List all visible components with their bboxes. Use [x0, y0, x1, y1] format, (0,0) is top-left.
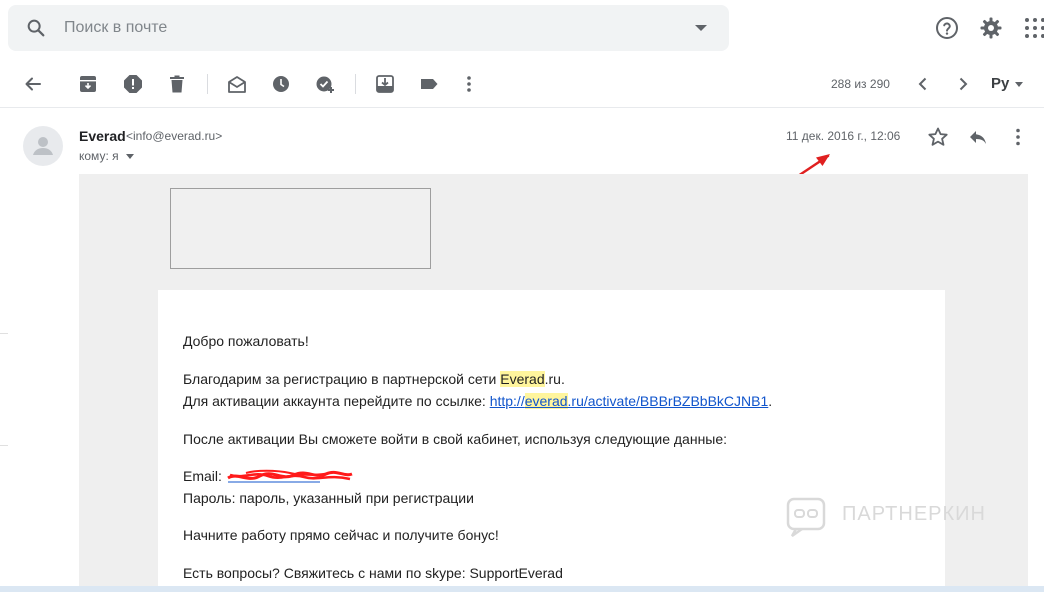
person-icon	[33, 137, 53, 155]
mark-unread-icon[interactable]	[227, 74, 247, 94]
chevron-left-icon[interactable]	[913, 74, 933, 94]
email-line: Email:	[183, 468, 354, 485]
more-vert-icon[interactable]	[459, 74, 479, 94]
recipient-line: кому: я	[79, 149, 119, 163]
report-spam-icon[interactable]	[123, 74, 143, 94]
password-line: Пароль: пароль, указанный при регистраци…	[183, 490, 474, 506]
chevron-right-icon[interactable]	[953, 74, 973, 94]
message-date: 11 дек. 2016 г., 12:06	[786, 129, 901, 143]
watermark-text: ПАРТНЕРКИН	[842, 503, 986, 525]
message-toolbar: 288 из 290 Ру	[0, 60, 1044, 108]
highlighted-brand: Everad	[500, 371, 545, 387]
divider	[0, 333, 8, 334]
trash-icon[interactable]	[167, 74, 187, 94]
add-task-icon[interactable]	[315, 74, 335, 94]
avatar	[23, 126, 63, 166]
move-to-icon[interactable]	[375, 74, 395, 94]
arrow-back-icon[interactable]	[23, 74, 43, 94]
activation-link[interactable]: http://everad.ru/activate/BBBrBZBbBkCJNB…	[490, 393, 768, 409]
bottom-strip	[0, 586, 1044, 592]
archive-icon[interactable]	[78, 74, 98, 94]
watermark-logo-icon	[786, 497, 826, 537]
apps-grid-icon[interactable]	[1023, 16, 1044, 40]
clock-icon[interactable]	[271, 74, 291, 94]
questions-text: Есть вопросы? Свяжитесь с нами по skype:…	[183, 565, 563, 581]
start-work-text: Начните работу прямо сейчас и получите б…	[183, 527, 499, 543]
activation-line: Для активации аккаунта перейдите по ссыл…	[183, 393, 773, 409]
sender-name[interactable]: Everad	[79, 128, 126, 144]
search-input[interactable]: Поиск в почте	[64, 19, 167, 37]
chevron-down-icon[interactable]	[126, 154, 134, 159]
input-language-button[interactable]: Ру	[991, 75, 1009, 92]
after-activation-text: После активации Вы сможете войти в свой …	[183, 431, 728, 447]
search-icon[interactable]	[25, 17, 47, 39]
divider	[0, 445, 8, 446]
gear-icon[interactable]	[979, 16, 1003, 40]
sender-email: <info@everad.ru>	[126, 129, 223, 143]
help-icon[interactable]	[935, 16, 959, 40]
chevron-down-icon[interactable]	[1015, 82, 1023, 87]
message-body: Добро пожаловать! Благодарим за регистра…	[158, 290, 945, 592]
message-counter: 288 из 290	[831, 77, 890, 91]
more-vert-icon[interactable]	[1007, 126, 1029, 148]
label-icon[interactable]	[419, 74, 439, 94]
star-icon[interactable]	[927, 126, 949, 148]
search-options-caret-icon[interactable]	[695, 25, 707, 31]
top-bar: Поиск в почте	[0, 0, 1044, 60]
thanks-line: Благодарим за регистрацию в партнерской …	[183, 371, 565, 387]
redacted-email-scribble	[227, 470, 353, 483]
logo-image-placeholder	[170, 188, 431, 269]
toolbar-divider	[207, 74, 208, 94]
search-box[interactable]: Поиск в почте	[8, 5, 729, 51]
toolbar-divider	[355, 74, 356, 94]
greeting-text: Добро пожаловать!	[183, 333, 309, 349]
reply-icon[interactable]	[967, 126, 989, 148]
